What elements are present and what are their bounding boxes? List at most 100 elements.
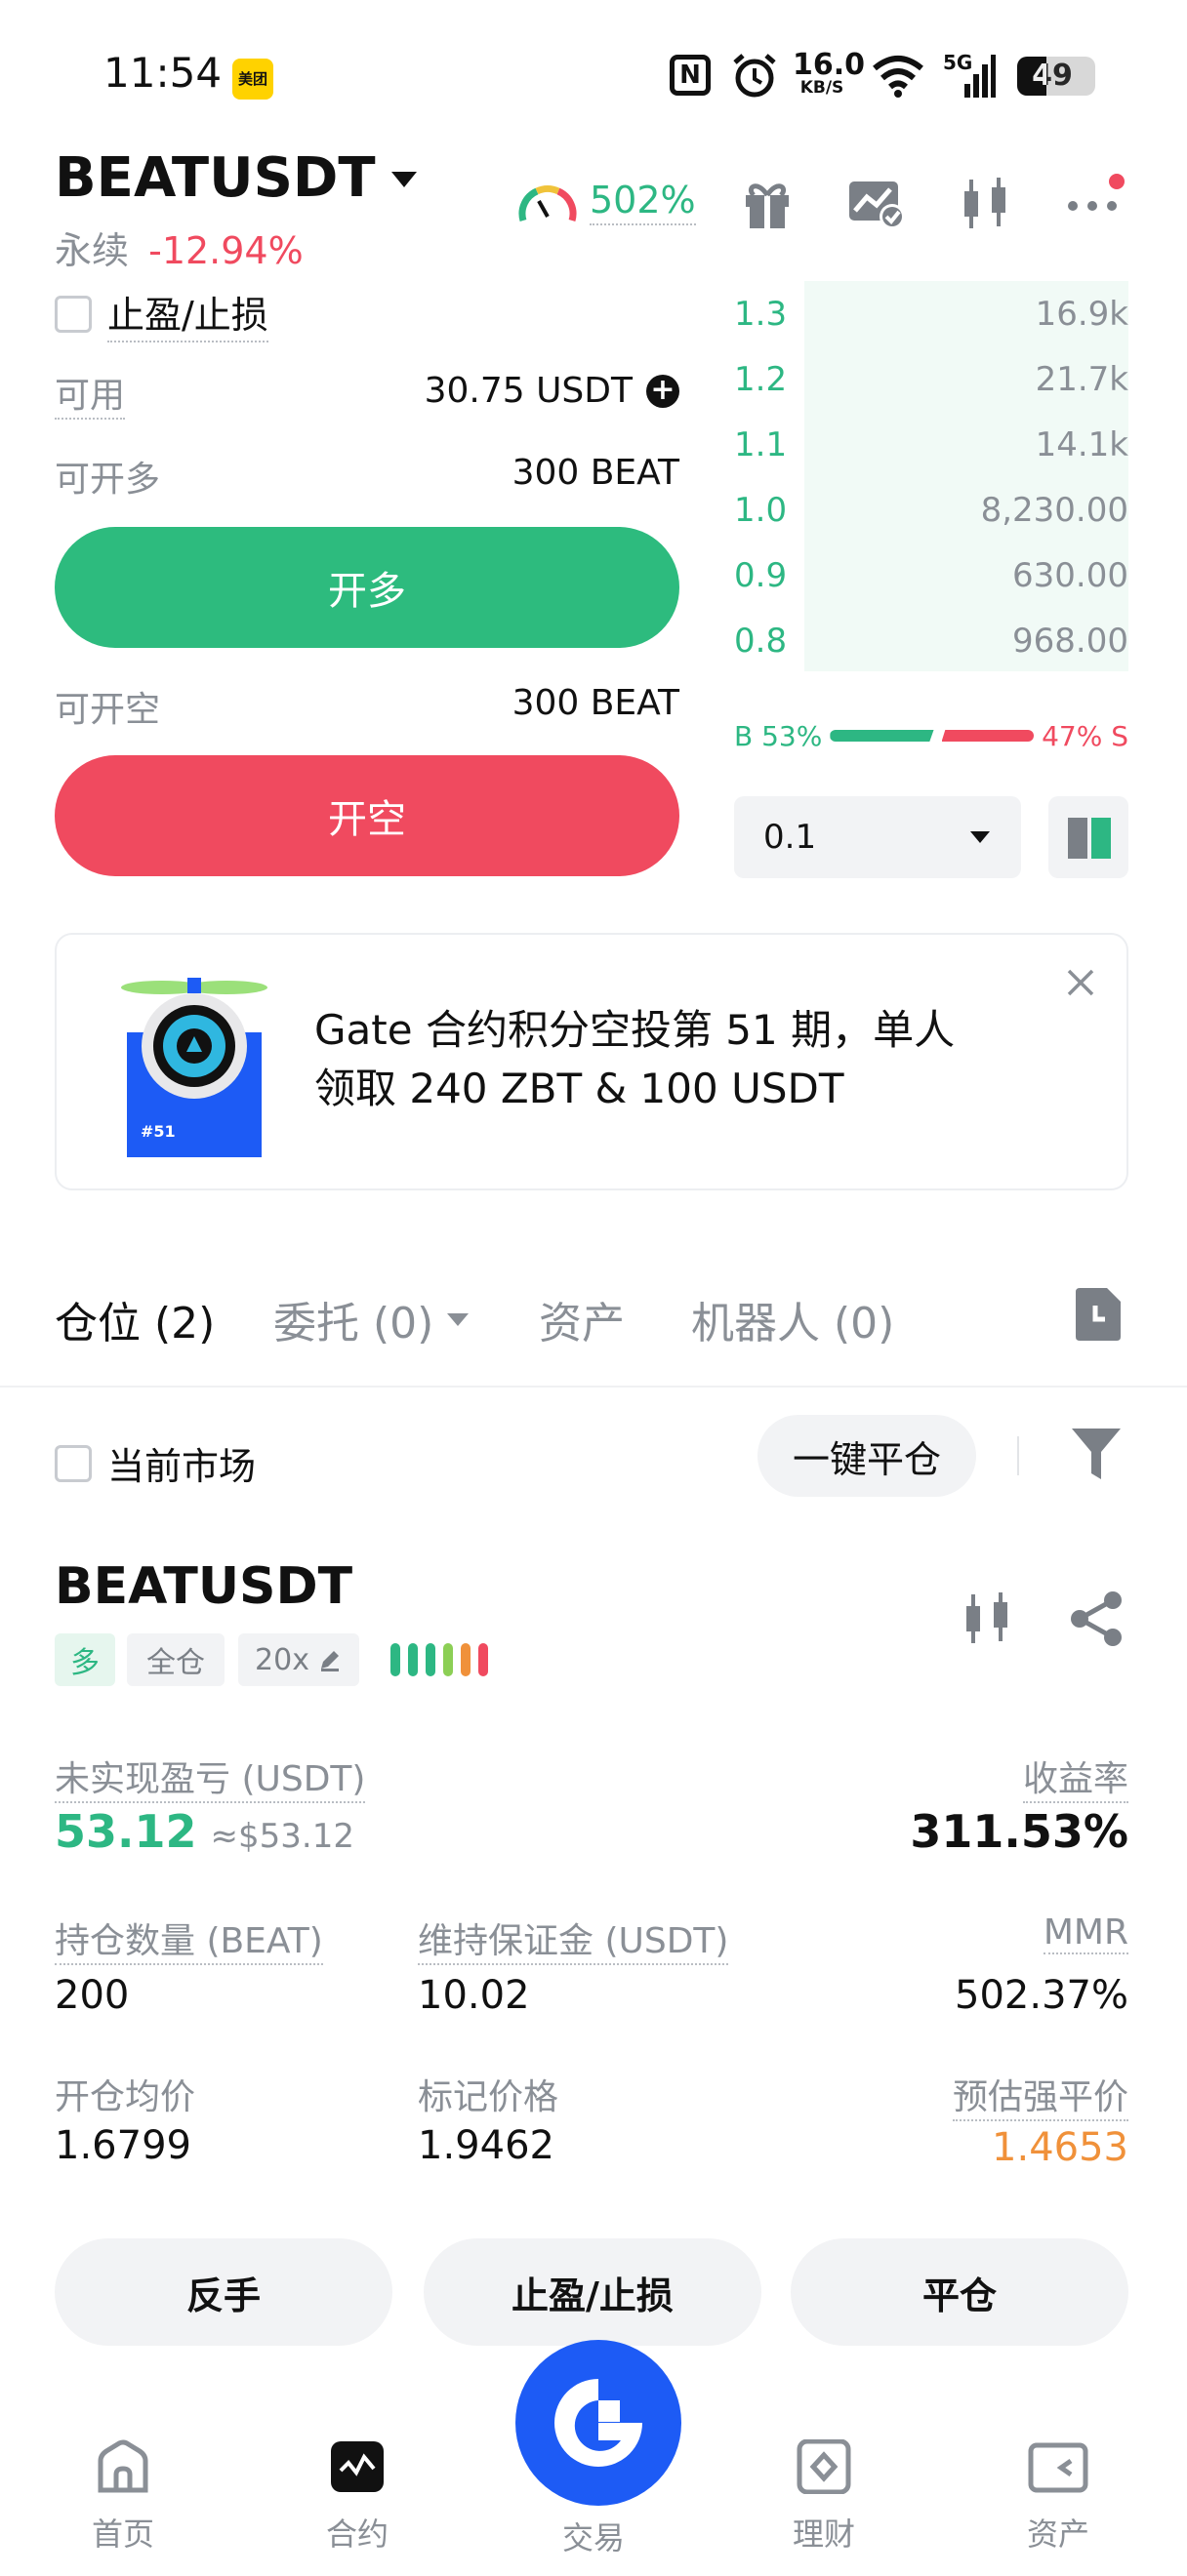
- pair-selector[interactable]: BEATUSDT: [55, 146, 421, 210]
- nav-assets[interactable]: 资产: [980, 2439, 1136, 2555]
- more-icon[interactable]: [1066, 174, 1125, 221]
- gift-icon[interactable]: [740, 176, 795, 230]
- caret-down-icon: [970, 831, 990, 843]
- mmr-value: 502.37%: [955, 1973, 1128, 2018]
- risk-value: 502%: [590, 179, 696, 225]
- gauge-icon: [518, 184, 577, 221]
- banner-text: Gate 合约积分空投第 51 期，单人 领取 240 ZBT & 100 US…: [314, 1001, 955, 1118]
- nav-home[interactable]: 首页: [45, 2439, 201, 2555]
- unrealized-pnl-value: 53.12: [55, 1805, 197, 1858]
- status-bar: 11:54 美团 N 16.0 KB/S 5G 49: [0, 0, 1187, 146]
- liquidation-price-value: 1.4653: [992, 2125, 1128, 2170]
- risk-indicator[interactable]: 502%: [517, 178, 696, 226]
- status-time: 11:54: [103, 49, 223, 97]
- maint-margin-label[interactable]: 维持保证金 (USDT): [418, 1912, 729, 1965]
- layout-icon: [1068, 818, 1111, 859]
- buy-sell-ratio: B 53% 47% S: [734, 718, 1128, 753]
- current-market-label: 当前市场: [107, 1445, 257, 1488]
- can-long-label: 可开多: [55, 460, 161, 500]
- maint-margin-value: 10.02: [418, 1973, 530, 2018]
- signal-icon: [964, 55, 996, 98]
- caret-down-icon: [447, 1313, 470, 1326]
- tpsl-button[interactable]: 止盈/止损: [424, 2238, 761, 2346]
- open-short-button[interactable]: 开空: [55, 755, 679, 876]
- available-value: 30.75 USDT: [424, 371, 633, 411]
- bottom-nav: 首页 合约 交易 理财 资产: [0, 2340, 1187, 2576]
- orderbook-row[interactable]: 1.1 14.1k: [734, 413, 1128, 477]
- leverage-tag[interactable]: 20x: [238, 1633, 359, 1686]
- tab-divider: [0, 1386, 1187, 1388]
- open-long-button[interactable]: 开多: [55, 527, 679, 648]
- side-tag: 多: [55, 1633, 115, 1686]
- buy-ratio-bar: [830, 730, 934, 742]
- candlestick-icon[interactable]: [959, 176, 1013, 232]
- document-icon[interactable]: [1072, 1286, 1123, 1343]
- candlestick-icon[interactable]: [961, 1590, 1015, 1647]
- banner-image-caption: #51: [141, 1122, 176, 1141]
- add-funds-icon[interactable]: +: [646, 374, 679, 408]
- ratio-bar: [830, 730, 1035, 742]
- buy-ratio-label: B 53%: [734, 719, 823, 752]
- tab-orders[interactable]: 委托 (0): [273, 1288, 471, 1350]
- nav-trade[interactable]: 交易: [515, 2340, 681, 2558]
- precision-value: 0.1: [763, 818, 817, 857]
- risk-level-bars: [390, 1643, 488, 1676]
- home-icon: [98, 2439, 148, 2493]
- current-market-filter[interactable]: 当前市场: [55, 1436, 256, 1490]
- nav-finance[interactable]: 理财: [746, 2438, 902, 2555]
- price-change: -12.94%: [148, 229, 304, 272]
- unrealized-pnl-label[interactable]: 未实现盈亏 (USDT): [55, 1751, 366, 1803]
- size-label[interactable]: 持仓数量 (BEAT): [55, 1912, 323, 1965]
- liquidation-price-label[interactable]: 预估强平价: [952, 2069, 1128, 2121]
- unrealized-pnl: 53.12 ≈$53.12: [55, 1805, 354, 1858]
- pair-name: BEATUSDT: [55, 146, 376, 210]
- mark-price-label: 标记价格: [418, 2077, 559, 2117]
- share-icon[interactable]: [1068, 1590, 1125, 1647]
- tpsl-checkbox-row[interactable]: 止盈/止损: [55, 285, 268, 342]
- tab-bots[interactable]: 机器人 (0): [691, 1288, 894, 1350]
- orderbook-layout-button[interactable]: [1048, 796, 1128, 878]
- mmr-label[interactable]: MMR: [1043, 1912, 1128, 1954]
- tpsl-checkbox[interactable]: [55, 295, 92, 333]
- close-all-button[interactable]: 一键平仓: [757, 1415, 976, 1497]
- can-short-value: 300 BEAT: [512, 683, 679, 723]
- chart-check-icon[interactable]: [847, 178, 906, 230]
- contract-type: 永续: [55, 229, 130, 272]
- close-icon[interactable]: [1066, 968, 1095, 997]
- position-symbol[interactable]: BEATUSDT: [55, 1557, 352, 1616]
- orderbook-row[interactable]: 0.8 968.00: [734, 609, 1128, 673]
- close-position-button[interactable]: 平仓: [791, 2238, 1128, 2346]
- orderbook-row[interactable]: 1.0 8,230.00: [734, 478, 1128, 543]
- wifi-icon: [873, 56, 923, 98]
- filter-divider: [1017, 1436, 1019, 1475]
- notification-dot: [1109, 174, 1125, 189]
- roi-label[interactable]: 收益率: [1022, 1751, 1128, 1803]
- app-badge-icon: 美团: [232, 59, 273, 100]
- orderbook-row[interactable]: 1.2 21.7k: [734, 347, 1128, 412]
- unrealized-pnl-usd: ≈$53.12: [210, 1817, 354, 1856]
- sell-ratio-bar: [941, 730, 1035, 742]
- nav-futures[interactable]: 合约: [279, 2439, 435, 2555]
- tpsl-label: 止盈/止损: [107, 285, 268, 342]
- current-market-checkbox[interactable]: [55, 1444, 92, 1482]
- orderbook-row[interactable]: 1.3 16.9k: [734, 282, 1128, 346]
- reverse-button[interactable]: 反手: [55, 2238, 392, 2346]
- tab-positions[interactable]: 仓位 (2): [55, 1288, 215, 1350]
- edit-icon: [320, 1651, 339, 1671]
- available-label: 可用: [55, 367, 126, 420]
- sell-ratio-label: 47% S: [1042, 719, 1128, 752]
- alarm-icon: [733, 54, 776, 98]
- nfc-icon: N: [670, 55, 711, 96]
- roi-value: 311.53%: [910, 1805, 1128, 1858]
- battery-icon: 49: [1017, 57, 1095, 96]
- tab-assets[interactable]: 资产: [539, 1288, 625, 1350]
- margin-mode-tag[interactable]: 全仓: [127, 1633, 225, 1686]
- precision-select[interactable]: 0.1: [734, 796, 1021, 878]
- can-short-label: 可开空: [55, 690, 161, 730]
- orderbook-row[interactable]: 0.9 630.00: [734, 543, 1128, 608]
- filter-icon[interactable]: [1070, 1427, 1123, 1483]
- caret-down-icon: [390, 171, 417, 187]
- promo-banner[interactable]: #51 Gate 合约积分空投第 51 期，单人 领取 240 ZBT & 10…: [55, 933, 1128, 1190]
- net-speed: 16.0 KB/S: [793, 48, 866, 98]
- mark-price-value: 1.9462: [418, 2123, 554, 2168]
